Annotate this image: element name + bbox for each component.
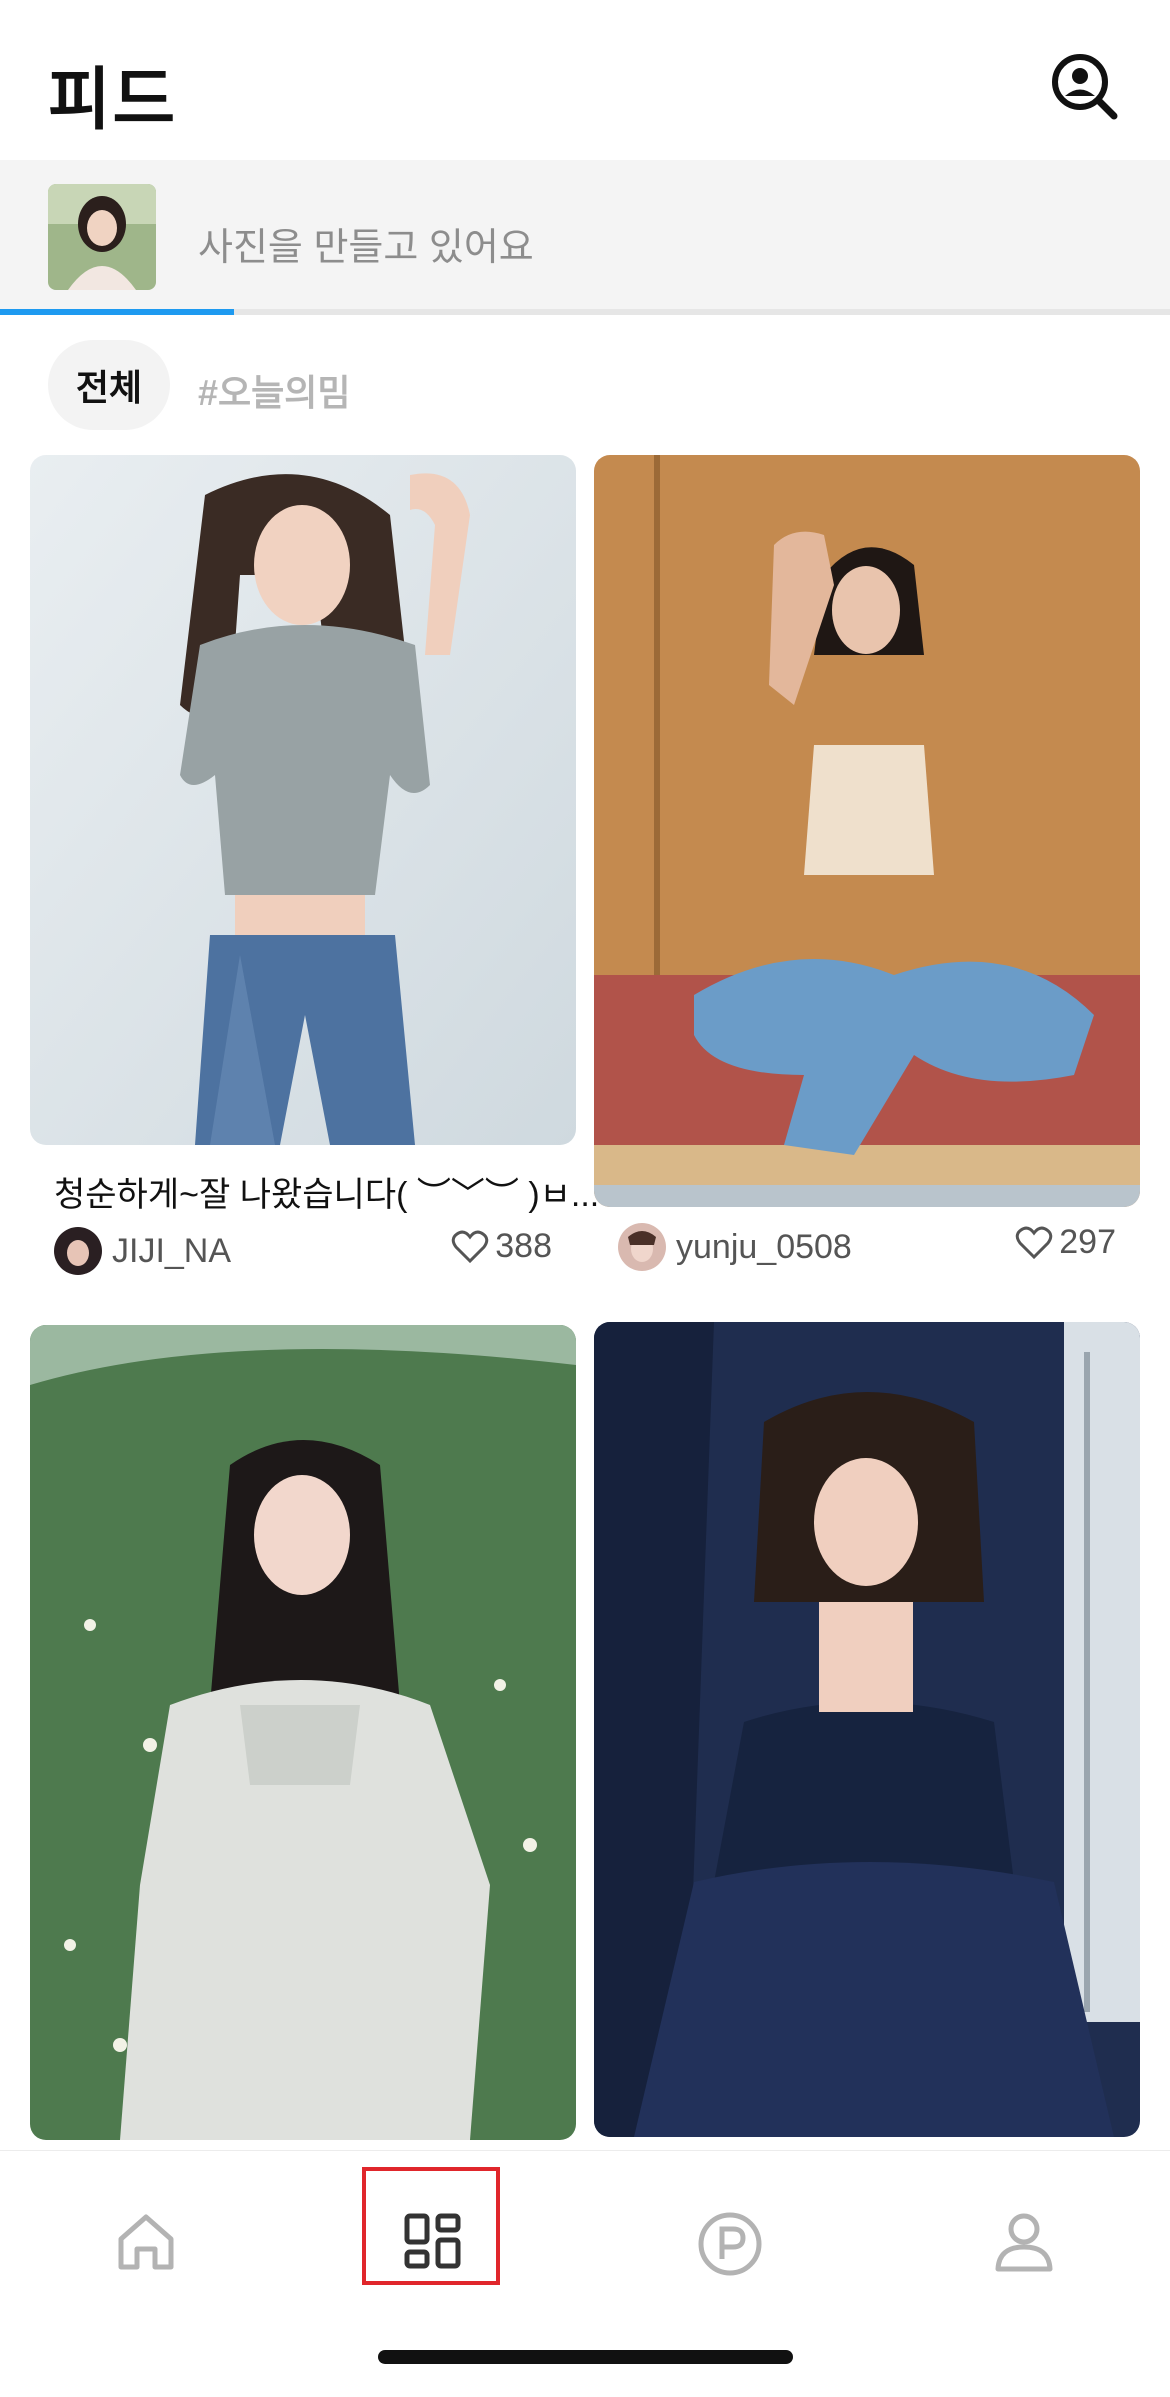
like-count-value: 297 [1059,1223,1116,1261]
feed-card[interactable] [594,1322,1140,2137]
heart-icon [452,1230,489,1263]
feed-author[interactable]: yunju_0508 [618,1223,852,1271]
author-name: JIJI_NA [112,1231,232,1270]
generating-thumbnail [48,184,156,290]
feed-author[interactable]: JIJI_NA [54,1227,231,1275]
avatar [618,1223,666,1271]
feed-card[interactable]: 청순하게~잘 나왔습니다( ︶﹀︶ )ㅂ... JIJI_NA 388 [30,455,599,1275]
like-count[interactable]: 297 [1015,1223,1116,1262]
point-icon [698,2212,762,2276]
filter-bar: 전체 #오늘의밈 [0,340,1170,432]
person-search-icon[interactable] [1048,50,1120,122]
feed-grid-icon [404,2213,461,2269]
progress-track [0,309,1170,315]
home-indicator [378,2350,793,2364]
feed-photo[interactable] [30,1325,576,2140]
author-name: yunju_0508 [676,1227,852,1266]
progress-fill [0,309,234,315]
avatar [54,1227,102,1275]
feed-photo[interactable] [594,1322,1140,2137]
filter-chip-tag[interactable]: #오늘의밈 [198,364,351,416]
tab-feed[interactable] [373,2191,493,2331]
tab-home[interactable] [86,2191,206,2331]
profile-icon [995,2213,1053,2272]
feed-photo[interactable] [594,455,1140,1207]
heart-icon [1016,1226,1053,1259]
progress-text: 사진을 만들고 있어요 [198,227,534,269]
feed-caption: 청순하게~잘 나왔습니다( ︶﹀︶ )ㅂ... [54,1176,600,1214]
page-title: 피드 [48,62,178,138]
feed-card[interactable]: yunju_0508 297 [594,455,1140,1275]
feed-photo[interactable] [30,455,576,1145]
filter-chip-all[interactable]: 전체 [48,340,170,430]
generation-progress-banner[interactable]: 사진을 만들고 있어요 [0,160,1170,315]
tab-profile[interactable] [964,2191,1084,2331]
tab-point[interactable] [670,2191,790,2331]
home-icon [118,2214,174,2270]
like-count[interactable]: 388 [451,1227,552,1266]
header: 피드 [0,0,1170,160]
like-count-value: 388 [495,1227,552,1265]
feed-card[interactable] [30,1325,576,2140]
